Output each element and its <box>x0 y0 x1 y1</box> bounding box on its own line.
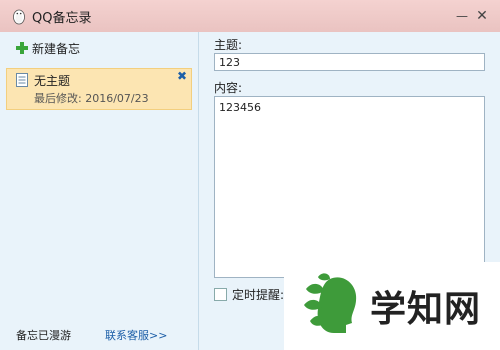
leaf-head-logo-icon <box>304 273 357 333</box>
sidebar: 新建备忘 无主题 最后修改: 2016/07/23 ✖ 备忘已漫游 联系客服>> <box>0 32 199 350</box>
reminder-checkbox[interactable] <box>214 288 227 301</box>
qq-penguin-icon <box>13 9 25 25</box>
roaming-status: 备忘已漫游 <box>16 329 71 342</box>
reminder-row[interactable]: 定时提醒: <box>214 286 284 303</box>
note-list-item[interactable]: 无主题 最后修改: 2016/07/23 ✖ <box>6 68 192 110</box>
content-textarea[interactable]: 123456 <box>214 96 485 278</box>
plus-icon <box>16 42 28 54</box>
title-bar[interactable]: QQ备忘录 — ✕ <box>0 0 500 32</box>
minimize-button[interactable]: — <box>454 8 470 24</box>
minimize-icon: — <box>456 9 468 23</box>
window-title: QQ备忘录 <box>32 10 92 26</box>
watermark: 学知网 <box>284 262 500 350</box>
note-title: 无主题 <box>34 74 71 88</box>
contact-support-link[interactable]: 联系客服>> <box>105 327 167 343</box>
close-icon: ✕ <box>476 8 488 24</box>
note-icon <box>16 73 28 87</box>
content-label: 内容: <box>214 81 243 95</box>
memo-window: QQ备忘录 — ✕ 新建备忘 无主题 最后修改: 2016/07/23 ✖ 备忘… <box>0 0 500 350</box>
note-modified-date: 最后修改: 2016/07/23 <box>34 92 149 105</box>
watermark-text: 学知网 <box>370 288 482 330</box>
reminder-label: 定时提醒: <box>232 288 285 302</box>
subject-input[interactable] <box>214 53 485 71</box>
new-note-label: 新建备忘 <box>32 41 81 56</box>
new-note-button[interactable]: 新建备忘 <box>16 38 80 58</box>
subject-label: 主题: <box>214 38 243 52</box>
delete-note-icon[interactable]: ✖ <box>177 69 187 83</box>
close-button[interactable]: ✕ <box>474 8 490 24</box>
